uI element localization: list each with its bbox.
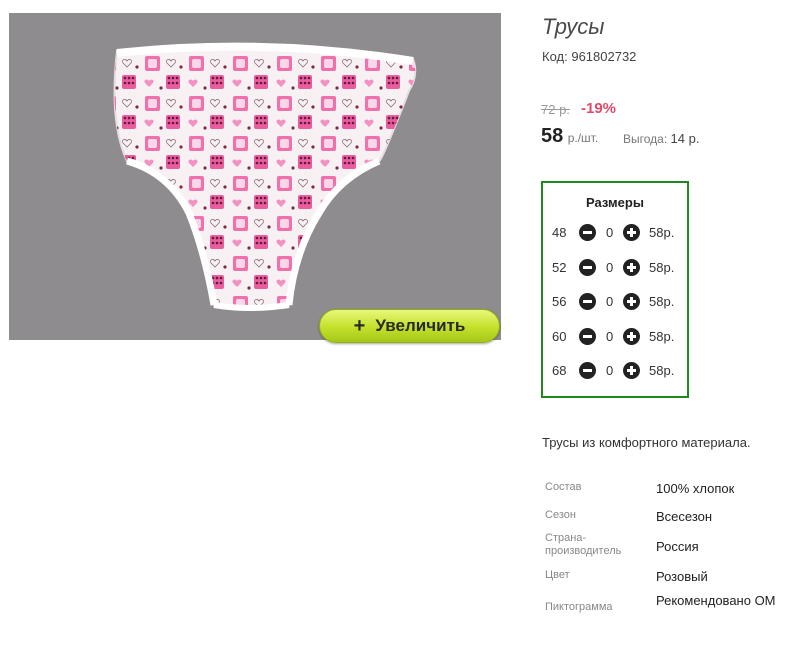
price: 58 р./шт.	[541, 125, 598, 148]
plus-icon[interactable]	[623, 293, 640, 310]
minus-icon[interactable]	[579, 328, 596, 345]
attribute-value: 100% хлопок	[656, 481, 735, 496]
code-value: 961802732	[571, 49, 637, 64]
quantity-value: 0	[606, 260, 614, 275]
discount-badge: -19%	[581, 100, 617, 117]
plus-icon: +	[353, 315, 366, 337]
size-price: 58р.	[649, 329, 675, 344]
quantity-value: 0	[606, 329, 614, 344]
plus-icon[interactable]	[623, 259, 640, 276]
size-row: 52 0 58р.	[543, 258, 687, 278]
product-code: Код: 961802732	[542, 49, 636, 64]
size-row: 48 0 58р.	[543, 223, 687, 243]
plus-icon[interactable]	[623, 224, 640, 241]
size-label: 68	[552, 363, 567, 378]
product-photo[interactable]: + Увеличить	[9, 13, 501, 343]
plus-icon[interactable]	[623, 362, 640, 379]
quantity-value: 0	[606, 225, 614, 240]
attribute-value: Рекомендовано ОМ	[656, 593, 776, 608]
attribute-value: Всесезон	[656, 509, 713, 524]
minus-icon[interactable]	[579, 224, 596, 241]
attribute-label: Состав	[545, 481, 582, 493]
size-price: 58р.	[649, 294, 675, 309]
zoom-label: Увеличить	[375, 316, 466, 335]
quantity-value: 0	[606, 294, 614, 309]
attribute-value: Розовый	[656, 569, 708, 584]
size-price: 58р.	[649, 225, 675, 240]
benefit: Выгода: 14 р.	[623, 131, 699, 146]
benefit-value: 14 р.	[670, 131, 700, 146]
sizes-panel: Размеры 48 0 58р. 52 0 58р. 56 0 58р. 60…	[541, 181, 689, 398]
attribute-value: Россия	[656, 539, 699, 554]
size-row: 60 0 58р.	[543, 327, 687, 347]
quantity-value: 0	[606, 363, 614, 378]
product-title: Трусы	[542, 14, 605, 39]
minus-icon[interactable]	[579, 362, 596, 379]
benefit-label: Выгода:	[623, 132, 668, 146]
code-label: Код:	[542, 49, 568, 64]
minus-icon[interactable]	[579, 259, 596, 276]
panties-illustration	[113, 42, 417, 311]
size-label: 60	[552, 329, 567, 344]
size-label: 52	[552, 260, 567, 275]
size-price: 58р.	[649, 260, 675, 275]
product-description: Трусы из комфортного материала.	[542, 435, 751, 450]
attribute-label: Цвет	[545, 569, 570, 581]
size-label: 56	[552, 294, 567, 309]
attribute-label: Пиктограмма	[545, 601, 613, 613]
old-price: 72 р.	[541, 102, 570, 117]
price-value: 58	[541, 125, 564, 147]
price-unit: р./шт.	[567, 131, 599, 145]
size-row: 68 0 58р.	[543, 361, 687, 381]
attribute-label: Сезон	[545, 509, 576, 521]
minus-icon[interactable]	[579, 293, 596, 310]
sizes-title: Размеры	[586, 195, 644, 210]
size-label: 48	[552, 225, 567, 240]
attribute-label: Страна- производитель	[545, 532, 622, 557]
size-price: 58р.	[649, 363, 675, 378]
zoom-button[interactable]: + Увеличить	[319, 309, 500, 343]
size-row: 56 0 58р.	[543, 292, 687, 312]
plus-icon[interactable]	[623, 328, 640, 345]
